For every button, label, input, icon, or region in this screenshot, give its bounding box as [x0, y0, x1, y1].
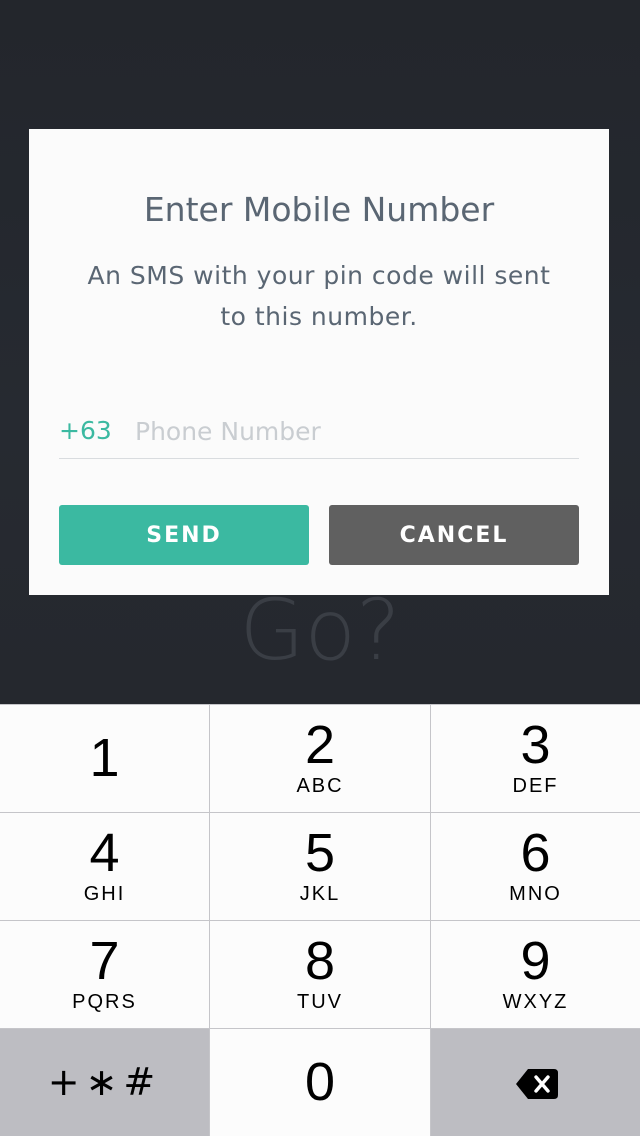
- numeric-keypad: 1 2 ABC 3 DEF 4 GHI 5 JKL 6 MNO 7 PQRS 8…: [0, 704, 640, 1136]
- country-code[interactable]: +63: [59, 411, 112, 451]
- send-button[interactable]: SEND: [59, 505, 309, 565]
- key-letters: JKL: [299, 883, 341, 905]
- key-letters: MNO: [509, 883, 562, 905]
- key-9[interactable]: 9 WXYZ: [431, 921, 640, 1028]
- key-5[interactable]: 5 JKL: [210, 813, 430, 920]
- key-3[interactable]: 3 DEF: [431, 705, 640, 812]
- key-symbols[interactable]: +∗#: [0, 1029, 209, 1136]
- key-digit: 1: [89, 728, 120, 788]
- symbols-label: +∗#: [47, 1060, 162, 1104]
- key-digit: 7: [89, 931, 120, 991]
- phone-field-row: +63: [59, 411, 579, 459]
- key-letters: DEF: [512, 775, 559, 797]
- key-letters: ABC: [296, 775, 344, 797]
- phone-number-input[interactable]: [135, 411, 575, 451]
- key-delete[interactable]: [431, 1029, 640, 1136]
- key-digit: 3: [520, 715, 551, 775]
- key-letters: PQRS: [72, 991, 137, 1013]
- key-digit: 0: [304, 1052, 336, 1112]
- key-letters: TUV: [297, 991, 343, 1013]
- key-6[interactable]: 6 MNO: [431, 813, 640, 920]
- key-1[interactable]: 1: [0, 705, 209, 812]
- backspace-icon: [516, 1069, 558, 1099]
- key-7[interactable]: 7 PQRS: [0, 921, 209, 1028]
- key-letters: WXYZ: [502, 991, 569, 1013]
- key-4[interactable]: 4 GHI: [0, 813, 209, 920]
- dialog-title: Enter Mobile Number: [143, 190, 495, 229]
- key-digit: 4: [89, 823, 120, 883]
- background-ghost-text: Go?: [239, 581, 401, 679]
- key-digit: 5: [304, 823, 336, 883]
- mobile-number-dialog: Enter Mobile Number An SMS with your pin…: [29, 129, 609, 595]
- key-digit: 6: [520, 823, 551, 883]
- dialog-message: An SMS with your pin code will sent to t…: [87, 261, 551, 331]
- key-digit: 2: [304, 715, 336, 775]
- key-8[interactable]: 8 TUV: [210, 921, 430, 1028]
- key-digit: 9: [520, 931, 551, 991]
- cancel-button[interactable]: CANCEL: [329, 505, 579, 565]
- key-letters: GHI: [83, 883, 126, 905]
- key-2[interactable]: 2 ABC: [210, 705, 430, 812]
- key-0[interactable]: 0: [210, 1029, 430, 1136]
- key-digit: 8: [304, 931, 336, 991]
